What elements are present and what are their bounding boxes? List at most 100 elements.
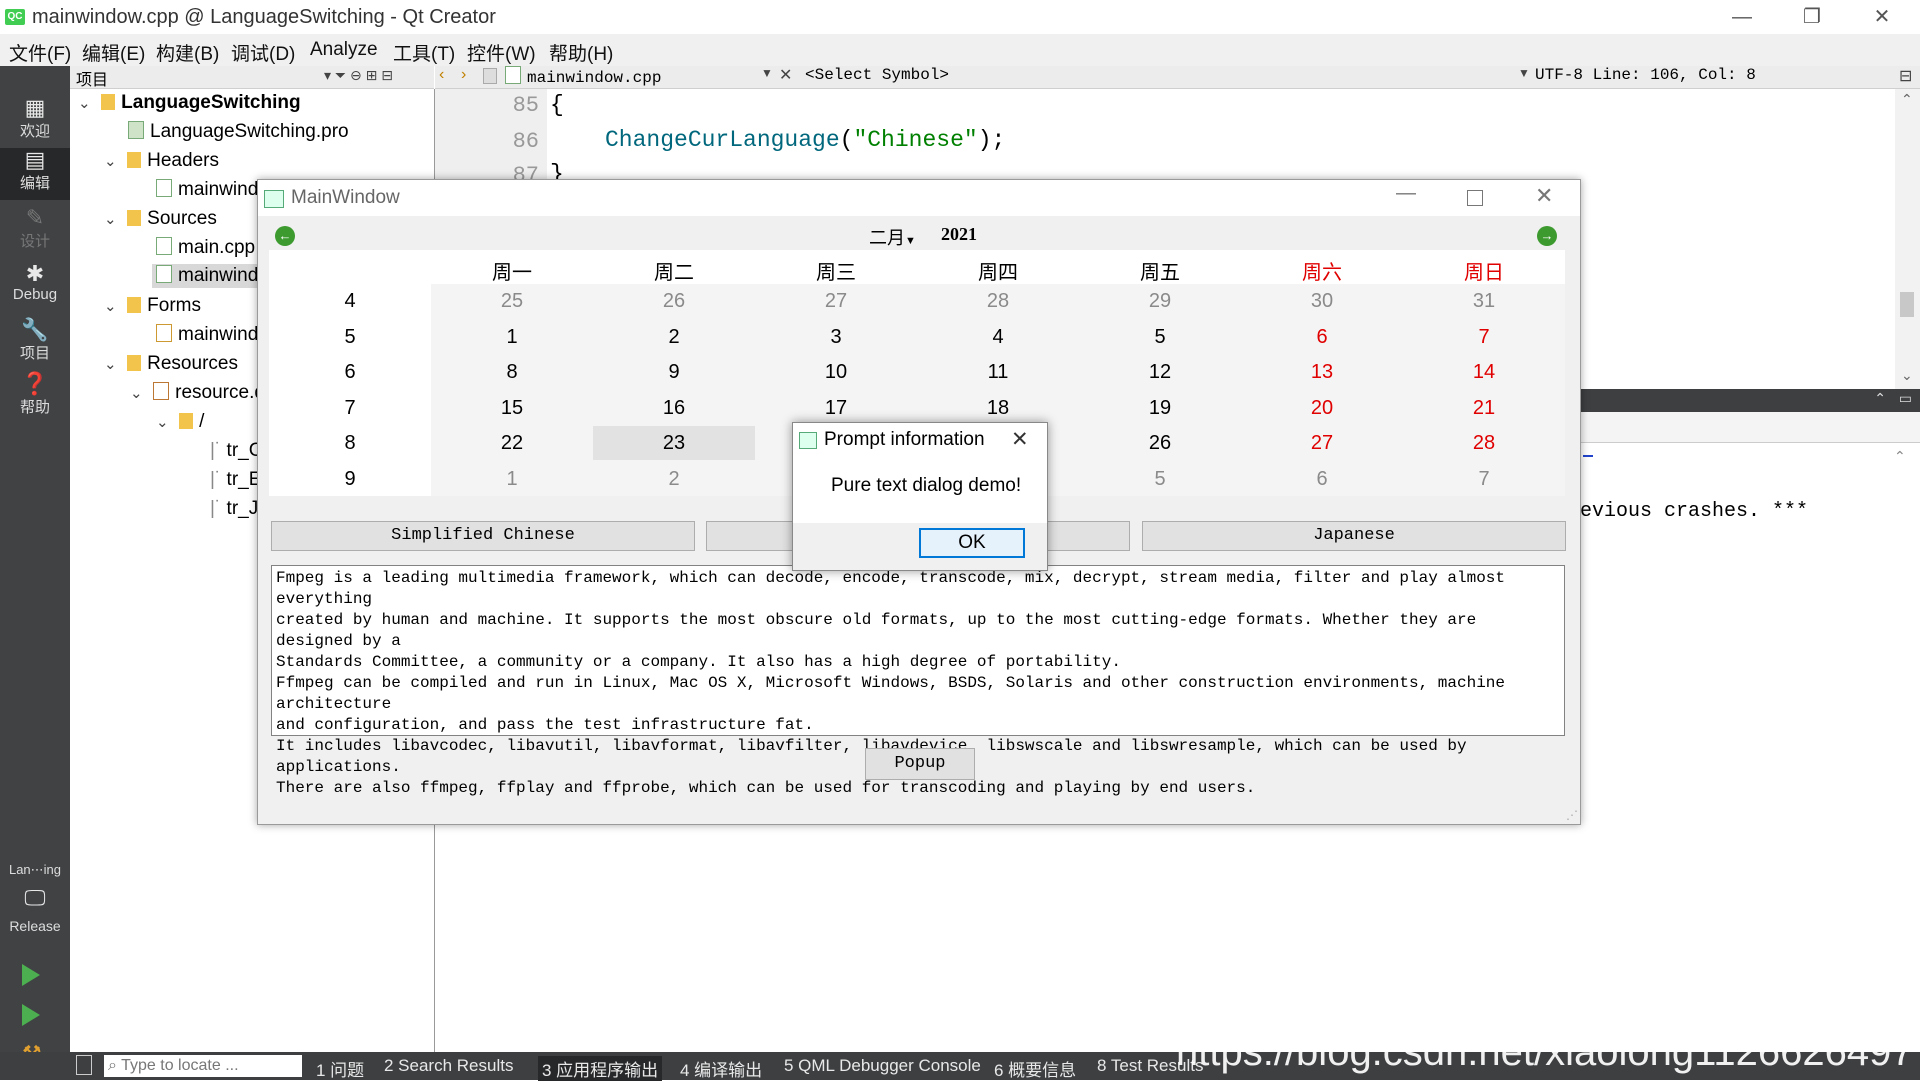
file-dropdown-icon[interactable]: ▼ (761, 66, 773, 80)
calendar-day[interactable]: 21 (1403, 397, 1565, 420)
calendar-day[interactable]: 29 (1079, 290, 1241, 313)
next-month-icon[interactable]: → (1537, 226, 1557, 246)
tree-item-resources[interactable]: ⌄ Resources (104, 353, 238, 375)
tree-item-main-cpp[interactable]: main.cpp (156, 237, 255, 259)
calendar-day[interactable]: 23 (593, 426, 755, 460)
calendar-day[interactable]: 22 (431, 432, 593, 455)
prev-month-icon[interactable]: ← (275, 226, 295, 246)
calendar-day[interactable]: 10 (755, 361, 917, 384)
symbol-dropdown-icon[interactable]: ▼ (1518, 66, 1530, 80)
tab-app-output[interactable]: 3 应用程序输出 (538, 1056, 663, 1081)
calendar-day[interactable]: 20 (1241, 397, 1403, 420)
debug-run-icon[interactable] (22, 1004, 40, 1026)
calendar-day[interactable]: 11 (917, 361, 1079, 384)
cursor-position[interactable]: UTF-8 Line: 106, Col: 8 (1535, 66, 1756, 84)
restore-button[interactable]: ❐ (1782, 2, 1842, 32)
menu-debug[interactable]: 调试(D) (231, 39, 295, 66)
ok-button[interactable]: OK (919, 528, 1025, 558)
scroll-up-icon[interactable]: ⌃ (1901, 91, 1913, 108)
calendar-day[interactable]: 25 (431, 290, 593, 313)
kit-label[interactable]: Lan⋯ing (0, 862, 70, 884)
split-icon[interactable]: ⊟ (1899, 66, 1912, 86)
run-icon[interactable] (22, 964, 40, 986)
year-selector[interactable]: 2021 (941, 224, 977, 245)
tab-compile-output[interactable]: 4 编译输出 (680, 1056, 762, 1081)
editor-scrollbar[interactable]: ⌃ ⌄ (1895, 89, 1920, 389)
scroll-thumb[interactable] (1900, 292, 1914, 317)
locate-input[interactable]: ⌕ Type to locate ... (104, 1055, 302, 1077)
mw-maximize-button[interactable] (1467, 190, 1483, 206)
tab-qml-debugger[interactable]: 5 QML Debugger Console (784, 1056, 981, 1076)
calendar-day[interactable]: 7 (1403, 326, 1565, 349)
calendar-day[interactable]: 27 (755, 290, 917, 313)
menu-edit[interactable]: 编辑(E) (82, 39, 145, 66)
mode-edit[interactable]: ▤ 编辑 (0, 148, 70, 200)
simplified-chinese-button[interactable]: Simplified Chinese (271, 521, 695, 551)
calendar-day[interactable]: 19 (1079, 397, 1241, 420)
nav-forward-icon[interactable]: › (461, 66, 466, 84)
calendar-day[interactable]: 7 (1403, 468, 1565, 491)
tab-search-results[interactable]: 2 Search Results (384, 1056, 513, 1076)
calendar-day[interactable]: 2 (593, 326, 755, 349)
month-selector[interactable]: 二月▼ (869, 224, 916, 250)
calendar-day[interactable]: 12 (1079, 361, 1241, 384)
description-textarea[interactable]: Fmpeg is a leading multimedia framework,… (271, 565, 1565, 797)
calendar-day[interactable]: 8 (431, 361, 593, 384)
calendar-day[interactable]: 9 (593, 361, 755, 384)
calendar-day[interactable]: 17 (755, 397, 917, 420)
calendar-day[interactable]: 1 (431, 326, 593, 349)
close-file-icon[interactable]: ✕ (779, 65, 792, 85)
calendar-day[interactable]: 15 (431, 397, 593, 420)
symbol-selector[interactable]: <Select Symbol> (805, 66, 949, 84)
tab-issues[interactable]: 1 问题 (316, 1056, 364, 1081)
monitor-icon[interactable]: 🖵 (0, 886, 70, 916)
calendar-day[interactable]: 28 (1403, 432, 1565, 455)
tree-item-headers[interactable]: ⌄ Headers (104, 150, 219, 172)
calendar-day[interactable]: 6 (1241, 326, 1403, 349)
tree-item-sources[interactable]: ⌄ Sources (104, 208, 217, 230)
calendar-day[interactable]: 26 (1079, 432, 1241, 455)
calendar-day[interactable]: 26 (593, 290, 755, 313)
prompt-close-button[interactable]: ✕ (1011, 427, 1029, 452)
mode-help[interactable]: ❓ 帮助 (0, 372, 70, 424)
calendar-day[interactable]: 2 (593, 468, 755, 491)
menu-tools[interactable]: 工具(T) (393, 39, 455, 66)
calendar-day[interactable]: 28 (917, 290, 1079, 313)
nav-back-icon[interactable]: ‹ (439, 66, 444, 84)
mw-close-button[interactable]: ✕ (1535, 183, 1553, 209)
build-config-label[interactable]: Release (0, 918, 70, 940)
calendar-day[interactable]: 5 (1079, 468, 1241, 491)
collapse-icon[interactable]: ⌃ (1874, 390, 1886, 407)
calendar-day[interactable]: 1 (431, 468, 593, 491)
calendar-day[interactable]: 27 (1241, 432, 1403, 455)
tree-item-project[interactable]: ⌄ LanguageSwitching (78, 92, 301, 114)
menu-controls[interactable]: 控件(W) (467, 39, 536, 66)
calendar-day[interactable]: 13 (1241, 361, 1403, 384)
menu-analyze[interactable]: Analyze (310, 39, 378, 61)
calendar-day[interactable]: 5 (1079, 326, 1241, 349)
mw-minimize-button[interactable]: — (1396, 182, 1416, 205)
mode-welcome[interactable]: ▦ 欢迎 (0, 96, 70, 148)
filter-icon[interactable]: ▾ ⏷ ⊖ ⊞ ⊟ (324, 67, 393, 84)
output-scroll-up-icon[interactable]: ⌃ (1894, 448, 1906, 465)
sidebar-toggle-icon[interactable] (76, 1055, 92, 1075)
tree-item-root-prefix[interactable]: ⌄ / (156, 411, 204, 433)
mode-projects[interactable]: 🔧 项目 (0, 318, 70, 370)
close-button[interactable]: ✕ (1852, 2, 1912, 32)
menu-help[interactable]: 帮助(H) (549, 39, 613, 66)
japanese-button[interactable]: Japanese (1142, 521, 1566, 551)
calendar-day[interactable]: 16 (593, 397, 755, 420)
tree-item-pro-file[interactable]: LanguageSwitching.pro (128, 121, 349, 143)
calendar-day[interactable]: 31 (1403, 290, 1565, 313)
maximize-pane-icon[interactable]: ▭ (1899, 390, 1912, 407)
calendar-day[interactable]: 6 (1241, 468, 1403, 491)
minimize-button[interactable]: — (1712, 2, 1772, 32)
open-file-tab[interactable]: mainwindow.cpp (505, 66, 661, 87)
calendar-day[interactable]: 14 (1403, 361, 1565, 384)
mode-design[interactable]: ✎ 设计 (0, 206, 70, 258)
calendar-day[interactable]: 4 (917, 326, 1079, 349)
scroll-down-icon[interactable]: ⌄ (1901, 367, 1913, 384)
popup-button[interactable]: Popup (865, 748, 975, 780)
resize-grip-icon[interactable]: ⋰ (1566, 808, 1578, 822)
menu-file[interactable]: 文件(F) (9, 39, 71, 66)
